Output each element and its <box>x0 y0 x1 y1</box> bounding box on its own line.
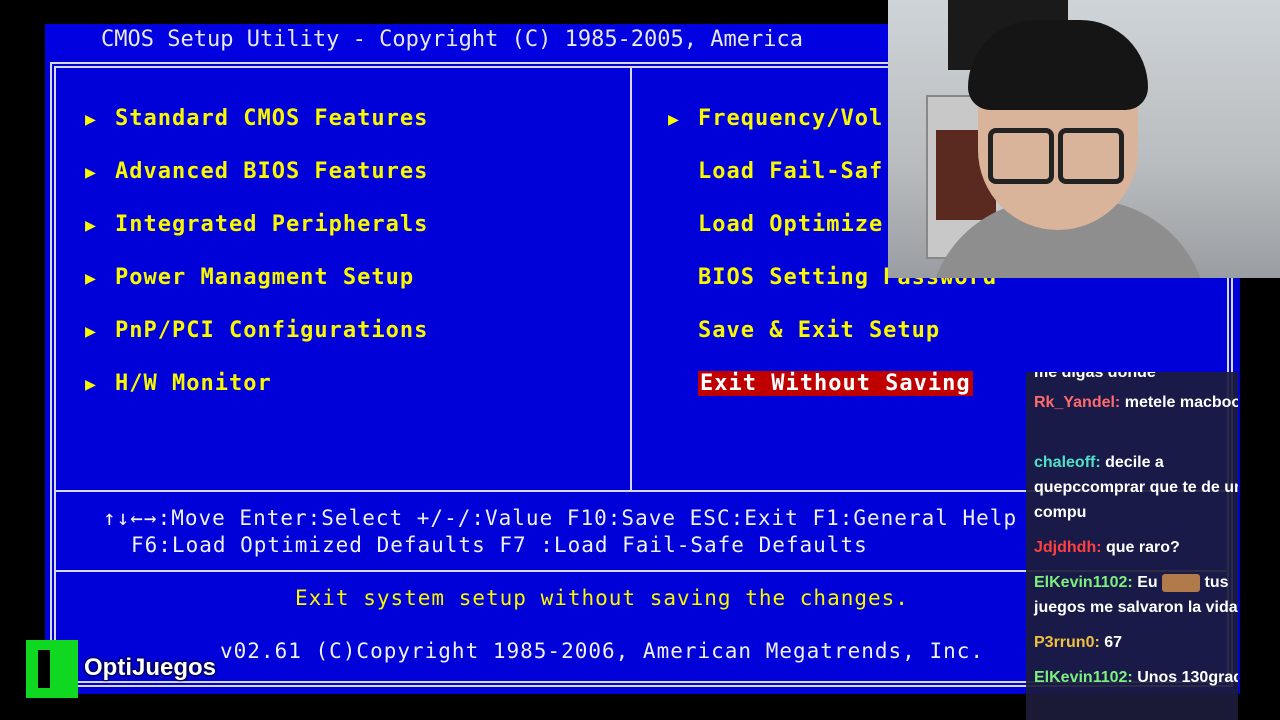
submenu-arrow-icon: ▶ <box>85 109 97 130</box>
menu-item-load-fail-safe[interactable]: Load Fail-Saf <box>698 159 883 184</box>
column-divider <box>630 66 632 492</box>
menu-item-save-exit[interactable]: Save & Exit Setup <box>698 318 940 343</box>
chat-message: ElKevin1102: Eu tus juegos me salvaron l… <box>1034 570 1238 620</box>
menu-item-standard-cmos[interactable]: ▶ Standard CMOS Features <box>85 106 428 131</box>
webcam-overlay <box>888 0 1280 278</box>
channel-name: OptiJuegos <box>84 654 217 681</box>
chat-username: Jdjdhdh: <box>1034 539 1102 556</box>
help-keys-line-2: F6:Load Optimized Defaults F7 :Load Fail… <box>131 533 868 557</box>
bios-version: v02.61 (C)Copyright 1985-2006, American … <box>220 639 985 663</box>
menu-item-pnp-pci[interactable]: ▶ PnP/PCI Configurations <box>85 318 428 343</box>
help-keys-line-1: ↑↓←→:Move Enter:Select +/-/:Value F10:Sa… <box>103 506 1018 530</box>
submenu-arrow-icon: ▶ <box>85 162 97 183</box>
chat-message: ElKevin1102: Unos 130gradod <box>1034 665 1238 690</box>
menu-item-frequency-voltage[interactable]: ▶ Frequency/Vol <box>668 106 883 131</box>
chat-username: ElKevin1102: <box>1034 574 1133 591</box>
emote-icon <box>1162 573 1201 592</box>
chat-username: chaleoff: <box>1034 454 1101 471</box>
chat-username: Rk_Yandel: <box>1034 394 1121 411</box>
glasses-icon <box>1058 128 1124 184</box>
chat-message-partial: me digas donde <box>1034 372 1156 381</box>
submenu-arrow-icon: ▶ <box>668 109 680 130</box>
chat-text: 67 <box>1104 634 1123 651</box>
chat-username: ElKevin1102: <box>1034 669 1133 686</box>
chat-message: P3rrun0: 67 <box>1034 630 1238 655</box>
chat-text: que raro? <box>1106 539 1180 556</box>
submenu-arrow-icon: ▶ <box>85 215 97 236</box>
menu-item-exit-without-saving[interactable]: Exit Without Saving <box>698 371 973 396</box>
chat-overlay: me digas donde Rk_Yandel: metele macbook… <box>1026 372 1238 720</box>
chat-text: Eu <box>1137 574 1158 591</box>
glasses-icon <box>988 128 1054 184</box>
chat-message: chaleoff: decile a quepccomprar que te d… <box>1034 450 1238 525</box>
submenu-arrow-icon: ▶ <box>85 268 97 289</box>
item-description: Exit system setup without saving the cha… <box>295 586 909 610</box>
menu-item-advanced-bios[interactable]: ▶ Advanced BIOS Features <box>85 159 428 184</box>
chat-message: Rk_Yandel: metele macbook <box>1034 390 1238 415</box>
menu-item-hw-monitor[interactable]: ▶ H/W Monitor <box>85 371 272 396</box>
menu-item-power-management[interactable]: ▶ Power Managment Setup <box>85 265 414 290</box>
chat-message: Jdjdhdh: que raro? <box>1034 535 1238 560</box>
submenu-arrow-icon: ▶ <box>85 374 97 395</box>
streamer-hair <box>968 20 1148 110</box>
chat-text: Unos 130gradod <box>1137 669 1238 686</box>
submenu-arrow-icon: ▶ <box>85 321 97 342</box>
chat-text: metele macbook <box>1124 394 1238 411</box>
k-logo-icon <box>26 640 78 698</box>
menu-item-integrated-peripherals[interactable]: ▶ Integrated Peripherals <box>85 212 428 237</box>
menu-item-load-optimized[interactable]: Load Optimize <box>698 212 883 237</box>
chat-username: P3rrun0: <box>1034 634 1100 651</box>
